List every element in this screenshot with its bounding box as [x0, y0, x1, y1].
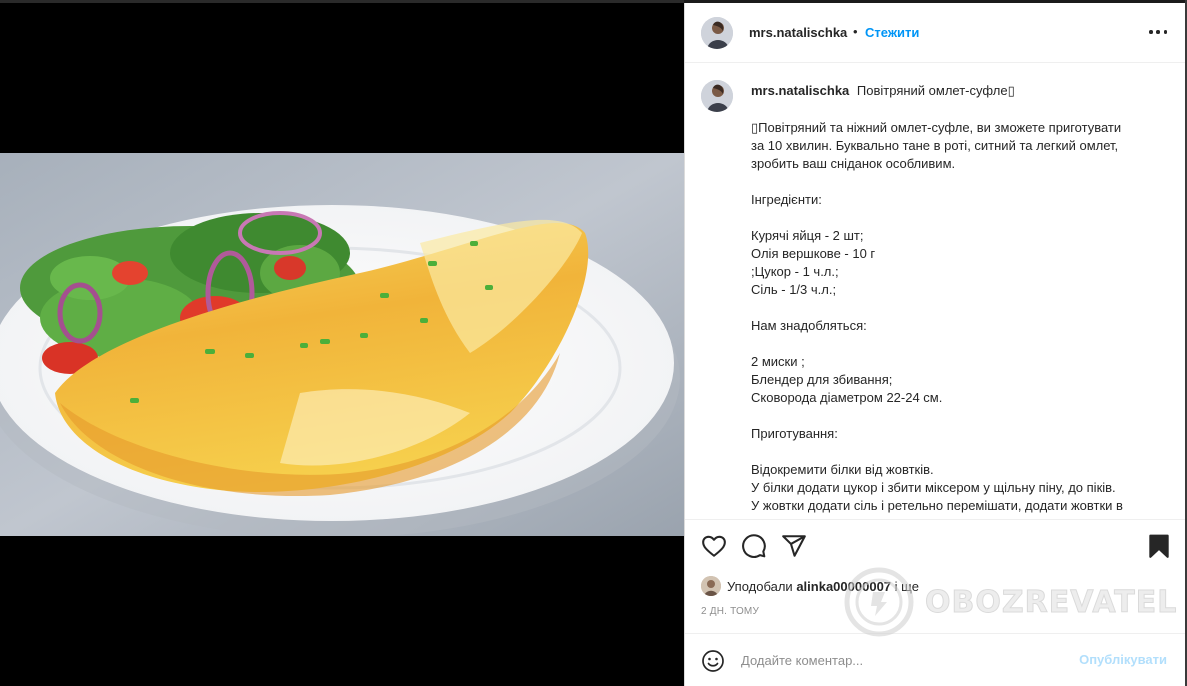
caption-line: ;Цукор - 1 ч.л.;	[751, 264, 839, 279]
caption-line: Блендер для збивання;	[751, 372, 893, 387]
caption-line: Олія вершкове - 10 г	[751, 246, 876, 261]
caption-line: Приготування:	[751, 426, 838, 441]
post-header: mrs.natalischka • Стежити	[685, 3, 1185, 63]
caption-line: зробить ваш сніданок особливим.	[751, 156, 956, 171]
caption-title: Повітряний омлет-суфле▯	[856, 83, 1015, 98]
caption-username[interactable]: mrs.natalischka	[751, 83, 849, 98]
heart-icon[interactable]	[701, 533, 727, 559]
post-caption: mrs.natalischka Повітряний омлет-суфле▯ …	[685, 64, 1185, 519]
caption-line: Нам знадобляться:	[751, 318, 867, 333]
author-avatar[interactable]	[701, 17, 733, 49]
caption-author-avatar[interactable]	[701, 80, 733, 112]
caption-line: У білки додати цукор і збити міксером у …	[751, 480, 1116, 495]
emoji-icon[interactable]	[701, 649, 725, 673]
author-username[interactable]: mrs.natalischka	[749, 25, 847, 40]
liker-username[interactable]: alinka00000007	[796, 579, 891, 594]
caption-line: ▯Повітряний та ніжний омлет-суфле, ви зм…	[751, 120, 1122, 135]
omelette-photo[interactable]	[0, 153, 684, 536]
caption-line	[751, 173, 1161, 191]
comment-icon[interactable]	[741, 533, 767, 559]
caption-line: Курячі яйця - 2 шт;	[751, 228, 864, 243]
post-timestamp[interactable]: 2 ДН. ТОМУ	[701, 606, 759, 617]
post-media	[0, 0, 684, 686]
caption-line: Сковорода діаметром 22-24 см.	[751, 390, 943, 405]
caption-line: за 10 хвилин. Буквально тане в роті, сит…	[751, 138, 1119, 153]
liker-avatar[interactable]	[701, 576, 721, 596]
caption-text: ▯Повітряний та ніжний омлет-суфле, ви зм…	[751, 119, 1161, 515]
caption-line	[751, 335, 1161, 353]
more-horizontal-icon[interactable]	[1149, 23, 1167, 41]
action-bar	[685, 519, 1185, 575]
caption-line: Інгредієнти:	[751, 192, 822, 207]
caption-line: Сіль - 1/3 ч.л.;	[751, 282, 837, 297]
separator-dot: •	[853, 24, 858, 39]
caption-line	[751, 407, 1161, 425]
comment-input[interactable]	[741, 648, 1061, 672]
caption-line	[751, 299, 1161, 317]
publish-button[interactable]: Опублікувати	[1079, 652, 1167, 667]
follow-button[interactable]: Стежити	[865, 25, 919, 40]
likes-summary[interactable]: Уподобали alinka00000007 і ще	[701, 575, 919, 597]
caption-line	[751, 443, 1161, 461]
bookmark-icon[interactable]	[1146, 533, 1172, 559]
caption-heading: mrs.natalischka Повітряний омлет-суфле▯	[751, 83, 1015, 99]
send-icon[interactable]	[781, 533, 807, 559]
likes-prefix: Уподобали	[727, 578, 793, 594]
media-top-strip	[0, 0, 684, 3]
likes-suffix[interactable]: і ще	[895, 579, 919, 594]
caption-line	[751, 209, 1161, 227]
caption-line: 2 миски ;	[751, 354, 805, 369]
post-details-panel: mrs.natalischka • Стежити mrs.natalischk…	[684, 3, 1185, 686]
caption-line: Відокремити білки від жовтків.	[751, 462, 934, 477]
comment-bar: Опублікувати	[685, 633, 1185, 686]
caption-line: У жовтки додати сіль і ретельно переміша…	[751, 498, 1123, 513]
